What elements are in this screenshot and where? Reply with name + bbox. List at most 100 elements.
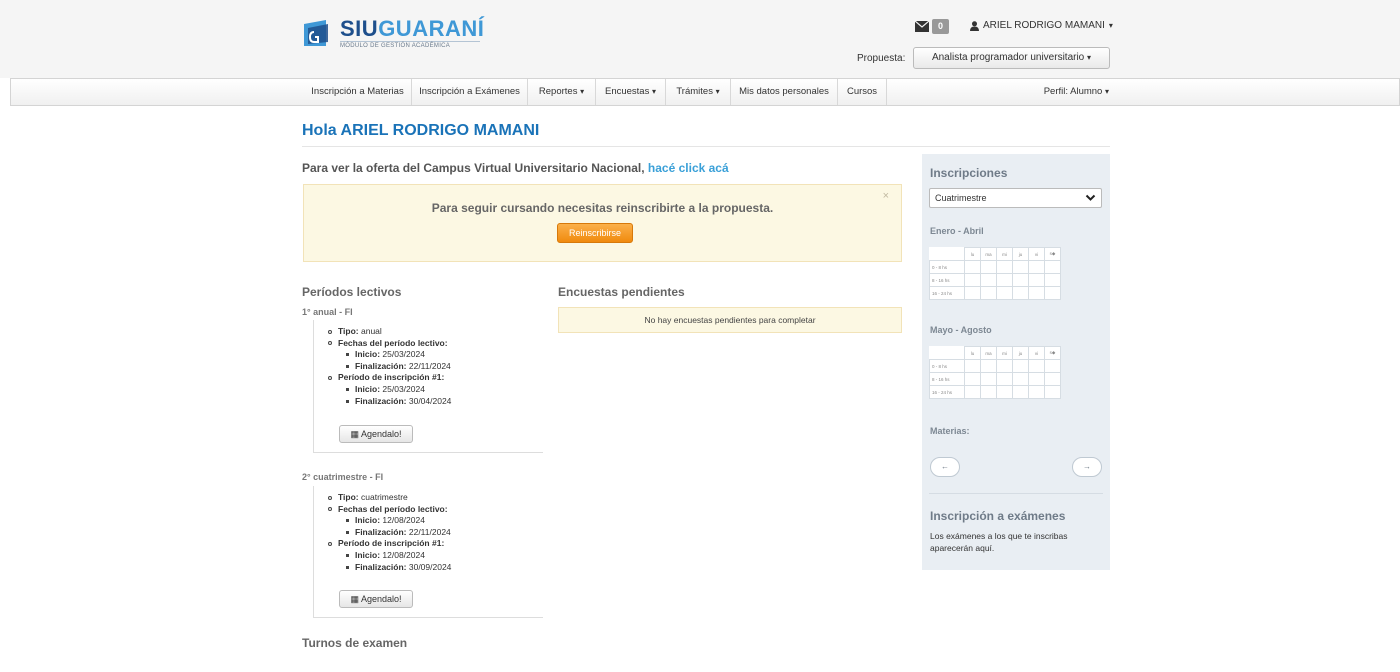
nav-perfil[interactable]: Perfil: Alumno ▾ [1044, 79, 1109, 105]
day-header: ju [1012, 247, 1029, 261]
user-menu[interactable]: ARIEL RODRIGO MAMANI ▾ [970, 20, 1113, 31]
logo-subtitle: MÓDULO DE GESTIÓN ACADÉMICA [340, 41, 480, 49]
prev-arrow-button[interactable]: ← [930, 457, 960, 477]
corner-cell [930, 347, 965, 360]
chevron-down-icon: ▾ [1108, 21, 1113, 30]
nav-label: Reportes [538, 86, 578, 97]
divider [302, 146, 1110, 147]
corner-cell [930, 248, 965, 261]
day-header: ju [1012, 346, 1029, 360]
nav-tramites[interactable]: Trámites ▾ [666, 79, 731, 105]
diamond-icon: ◆ [1051, 251, 1056, 256]
materias-label: Materias: [930, 426, 970, 436]
messages-badge[interactable]: 0 [932, 19, 949, 34]
day-header: vi [1028, 247, 1045, 261]
header: SIUGUARANÍ MÓDULO DE GESTIÓN ACADÉMICA 0… [0, 0, 1400, 78]
envelope-icon[interactable] [915, 21, 929, 32]
tipo-value: cuatrimestre [361, 492, 408, 502]
next-arrow-button[interactable]: → [1072, 457, 1102, 477]
greeting-title: Hola ARIEL RODRIGO MAMANI [302, 122, 540, 139]
nav-label: Cursos [846, 86, 878, 97]
alert-text: Para seguir cursando necesitas reinscrib… [431, 201, 774, 215]
siu-guarani-logo[interactable]: SIUGUARANÍ MÓDULO DE GESTIÓN ACADÉMICA [302, 16, 502, 52]
campus-text: Para ver la oferta del Campus Virtual Un… [302, 161, 729, 175]
inicio-label: Inicio: [355, 349, 381, 360]
nav-label: Inscripción a Materias [311, 86, 404, 97]
calendar-icon: ▦ [350, 429, 359, 439]
periodo-card: Tipo: cuatrimestre Fechas del período le… [313, 486, 543, 618]
insc-inicio-label: Inicio: [355, 549, 381, 560]
divider [929, 493, 1103, 494]
periodo-card: Tipo: anual Fechas del período lectivo: … [313, 320, 543, 453]
day-header: ma [980, 346, 997, 360]
inicio-label: Inicio: [355, 515, 381, 526]
nav-inscripcion-examenes[interactable]: Inscripción a Exámenes [412, 79, 528, 105]
nav-encuestas[interactable]: Encuestas ▾ [596, 79, 666, 105]
chevron-down-icon: ▾ [580, 87, 585, 96]
hour-row-label: 0 - 8 hs [929, 359, 965, 373]
insc-inicio-label: Inicio: [355, 383, 381, 394]
chevron-down-icon: ▾ [1087, 53, 1092, 62]
nav-cursos[interactable]: Cursos [838, 79, 887, 105]
select-value: Cuatrimestre [935, 193, 987, 203]
diamond-icon: ◆ [1051, 350, 1056, 355]
periodo-name: 1° anual - FI [302, 307, 353, 317]
agendalo-label: Agendalo! [360, 594, 402, 604]
reinscription-alert: × Para seguir cursando necesitas reinscr… [303, 184, 902, 262]
insc-fin-value: 30/04/2024 [408, 395, 452, 406]
hour-row-label: 8 - 16 hs [929, 372, 965, 386]
agendalo-button[interactable]: ▦ Agendalo! [339, 590, 413, 608]
propuesta-label: Propuesta: [857, 53, 906, 64]
hour-row-label: 0 - 8 hs [929, 260, 965, 274]
fechas-label: Fechas del período lectivo: [338, 337, 448, 348]
logo-title: SIUGUARANÍ [340, 16, 484, 42]
schedule-grid: lu ma mi ju vi s◆ 0 - 8 hs 8 - 16 hs 16 … [929, 346, 1061, 399]
main-navbar: Inscripción a Materias Inscripción a Exá… [10, 78, 1400, 106]
hour-row-label: 8 - 16 hs [929, 273, 965, 287]
nav-inscripcion-materias[interactable]: Inscripción a Materias [304, 79, 412, 105]
agendalo-button[interactable]: ▦ Agendalo! [339, 425, 413, 443]
tipo-label: Tipo: [338, 326, 359, 336]
nav-label: Mis datos personales [739, 86, 829, 97]
cuatrimestre-select[interactable]: Cuatrimestre [929, 188, 1102, 208]
periodo-details: Tipo: anual Fechas del período lectivo: … [328, 326, 452, 407]
hour-row-label: 16 - 24 hs [929, 286, 965, 300]
user-name: ARIEL RODRIGO MAMANI [983, 20, 1105, 31]
chevron-down-icon: ▾ [1104, 87, 1109, 96]
inscripciones-sidebar: Inscripciones Cuatrimestre Enero - Abril… [922, 154, 1110, 570]
exam-text: Los exámenes a los que te inscribas apar… [930, 531, 1068, 553]
insc-fin-label: Finalización: [355, 395, 407, 406]
insc-label: Período de inscripción #1: [338, 372, 445, 383]
campus-label: Para ver la oferta del Campus Virtual Un… [302, 161, 645, 175]
nav-label: Encuestas [604, 86, 650, 97]
day-header: ma [980, 247, 997, 261]
day-header: s◆ [1044, 346, 1061, 360]
reinscribirse-button[interactable]: Reinscribirse [557, 223, 633, 243]
period-label: Mayo - Agosto [930, 325, 992, 335]
fin-label: Finalización: [355, 526, 407, 537]
fin-value: 22/11/2024 [408, 526, 451, 537]
periodos-title: Períodos lectivos [302, 285, 402, 299]
day-header: mi [996, 346, 1013, 360]
tipo-value: anual [361, 326, 382, 336]
encuestas-empty-message: No hay encuestas pendientes para complet… [558, 307, 902, 333]
chevron-down-icon: ▾ [652, 87, 657, 96]
propuesta-value: Analista programador universitario [931, 52, 1085, 63]
propuesta-dropdown[interactable]: Analista programador universitario ▾ [913, 47, 1110, 69]
schedule-grid: lu ma mi ju vi s◆ 0 - 8 hs 8 - 16 hs 16 … [929, 247, 1061, 300]
nav-mis-datos[interactable]: Mis datos personales [731, 79, 838, 105]
insc-label: Período de inscripción #1: [338, 538, 445, 549]
sidebar-title: Inscripciones [930, 166, 1008, 180]
nav-label: Trámites [676, 86, 713, 97]
day-header: s◆ [1044, 247, 1061, 261]
logo-guarani: GUARANÍ [378, 16, 485, 41]
agendalo-label: Agendalo! [360, 429, 402, 439]
fin-value: 22/11/2024 [408, 360, 451, 371]
campus-link[interactable]: hacé click acá [648, 161, 729, 175]
chevron-down-icon: ▾ [715, 87, 720, 96]
periodo-name: 2° cuatrimestre - FI [302, 472, 384, 482]
nav-reportes[interactable]: Reportes ▾ [528, 79, 596, 105]
exam-title: Inscripción a exámenes [930, 509, 1066, 523]
day-header: vi [1028, 346, 1045, 360]
chevron-down-icon [1085, 194, 1096, 201]
